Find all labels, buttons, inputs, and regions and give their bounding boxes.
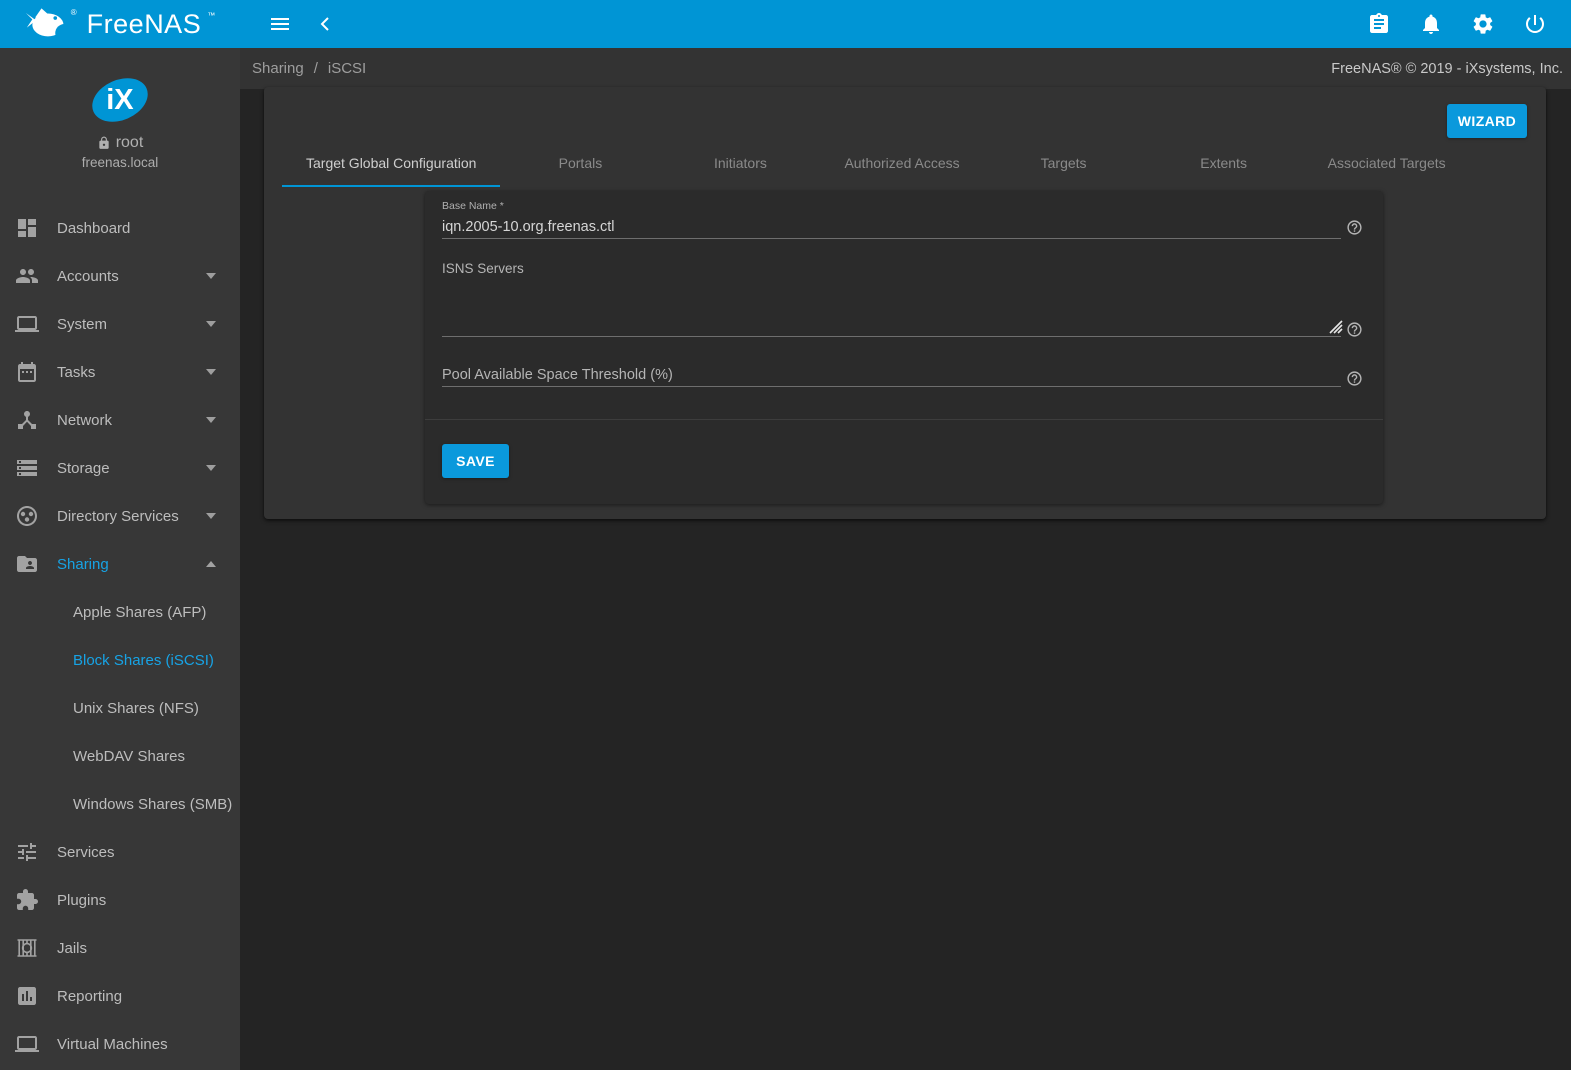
logo-text: FreeNAS: [87, 9, 202, 40]
ixsystems-logo-text: iX: [106, 86, 133, 115]
isns-servers-textarea[interactable]: [442, 279, 1341, 337]
folder-shared-icon: [15, 552, 39, 576]
jail-icon: [15, 936, 39, 960]
device-hub-icon: [15, 408, 39, 432]
freenas-shark-icon: [25, 5, 69, 43]
settings-gear-icon[interactable]: [1469, 10, 1497, 38]
sidebar-nav: Dashboard Accounts System Tasks Network …: [0, 204, 240, 1068]
base-name-label: Base Name *: [442, 200, 504, 212]
main-content: Sharing / iSCSI FreeNAS® © 2019 - iXsyst…: [240, 48, 1571, 1070]
laptop-icon: [15, 312, 39, 336]
trademark-mark: ™: [207, 11, 215, 20]
bar-chart-icon: [15, 984, 39, 1008]
form-divider: [425, 419, 1383, 420]
sidebar-item-accounts[interactable]: Accounts: [0, 252, 240, 300]
notifications-bell-icon[interactable]: [1417, 10, 1445, 38]
chevron-down-icon: [206, 417, 216, 423]
sidebar-item-plugins[interactable]: Plugins: [0, 876, 240, 924]
sidebar-item-storage[interactable]: Storage: [0, 444, 240, 492]
power-icon[interactable]: [1521, 10, 1549, 38]
sidebar-item-directory-services[interactable]: Directory Services: [0, 492, 240, 540]
sidebar-item-apple-shares-afp[interactable]: Apple Shares (AFP): [0, 588, 240, 636]
wizard-button[interactable]: WIZARD: [1447, 104, 1527, 138]
puzzle-icon: [15, 888, 39, 912]
top-app-bar: ® FreeNAS ™: [0, 0, 1571, 48]
group-work-icon: [15, 504, 39, 528]
pool-threshold-input[interactable]: [442, 363, 1341, 387]
sidebar-item-dashboard[interactable]: Dashboard: [0, 204, 240, 252]
tab-target-global-configuration[interactable]: Target Global Configuration: [282, 139, 500, 187]
breadcrumb-iscsi: iSCSI: [328, 60, 366, 77]
breadcrumb: Sharing / iSCSI FreeNAS® © 2019 - iXsyst…: [240, 48, 1571, 89]
breadcrumb-sharing[interactable]: Sharing: [252, 60, 304, 77]
logged-in-user: root: [116, 134, 144, 152]
help-icon[interactable]: [1346, 370, 1363, 387]
tab-portals[interactable]: Portals: [500, 139, 660, 187]
task-manager-icon[interactable]: [1365, 10, 1393, 38]
tune-sliders-icon: [15, 840, 39, 864]
calendar-icon: [15, 360, 39, 384]
sidebar-item-network[interactable]: Network: [0, 396, 240, 444]
registered-mark: ®: [71, 8, 77, 17]
chevron-up-icon: [206, 561, 216, 567]
chevron-down-icon: [206, 273, 216, 279]
tab-authorized-access[interactable]: Authorized Access: [820, 139, 983, 187]
base-name-input[interactable]: [442, 215, 1341, 239]
sidebar-item-unix-shares-nfs[interactable]: Unix Shares (NFS): [0, 684, 240, 732]
target-global-configuration-form: Base Name * ISNS Servers SAVE: [425, 191, 1383, 504]
sidebar-item-tasks[interactable]: Tasks: [0, 348, 240, 396]
chevron-down-icon: [206, 321, 216, 327]
sidebar-item-sharing[interactable]: Sharing: [0, 540, 240, 588]
isns-servers-label: ISNS Servers: [442, 261, 524, 276]
lock-icon: [97, 136, 111, 150]
sidebar-item-virtual-machines[interactable]: Virtual Machines: [0, 1020, 240, 1068]
resize-grip-icon[interactable]: [1329, 320, 1343, 334]
breadcrumb-separator: /: [314, 60, 318, 77]
sidebar-item-webdav-shares[interactable]: WebDAV Shares: [0, 732, 240, 780]
sidebar-item-services[interactable]: Services: [0, 828, 240, 876]
laptop-icon: [15, 1032, 39, 1056]
dashboard-icon: [15, 216, 39, 240]
sidebar-item-windows-shares-smb[interactable]: Windows Shares (SMB): [0, 780, 240, 828]
help-icon[interactable]: [1346, 321, 1363, 338]
storage-icon: [15, 456, 39, 480]
iscsi-card: WIZARD Target Global Configuration Porta…: [264, 87, 1546, 519]
tab-targets[interactable]: Targets: [984, 139, 1144, 187]
tab-associated-targets[interactable]: Associated Targets: [1304, 139, 1470, 187]
copyright-text: FreeNAS® © 2019 - iXsystems, Inc.: [1331, 61, 1563, 77]
sidebar-item-reporting[interactable]: Reporting: [0, 972, 240, 1020]
tab-initiators[interactable]: Initiators: [660, 139, 820, 187]
ixsystems-logo: iX: [85, 70, 154, 130]
menu-icon[interactable]: [266, 10, 294, 38]
sidebar-item-system[interactable]: System: [0, 300, 240, 348]
tab-extents[interactable]: Extents: [1144, 139, 1304, 187]
people-icon: [15, 264, 39, 288]
collapse-sidebar-icon[interactable]: [312, 10, 340, 38]
chevron-down-icon: [206, 513, 216, 519]
save-button[interactable]: SAVE: [442, 444, 509, 478]
iscsi-tabs: Target Global Configuration Portals Init…: [282, 139, 1470, 187]
sidebar-item-block-shares-iscsi[interactable]: Block Shares (iSCSI): [0, 636, 240, 684]
sidebar-item-jails[interactable]: Jails: [0, 924, 240, 972]
freenas-logo[interactable]: ® FreeNAS ™: [0, 0, 240, 48]
chevron-down-icon: [206, 369, 216, 375]
help-icon[interactable]: [1346, 219, 1363, 236]
chevron-down-icon: [206, 465, 216, 471]
sidebar: iX root freenas.local Dashboard Accounts…: [0, 48, 240, 1070]
hostname: freenas.local: [0, 155, 240, 170]
